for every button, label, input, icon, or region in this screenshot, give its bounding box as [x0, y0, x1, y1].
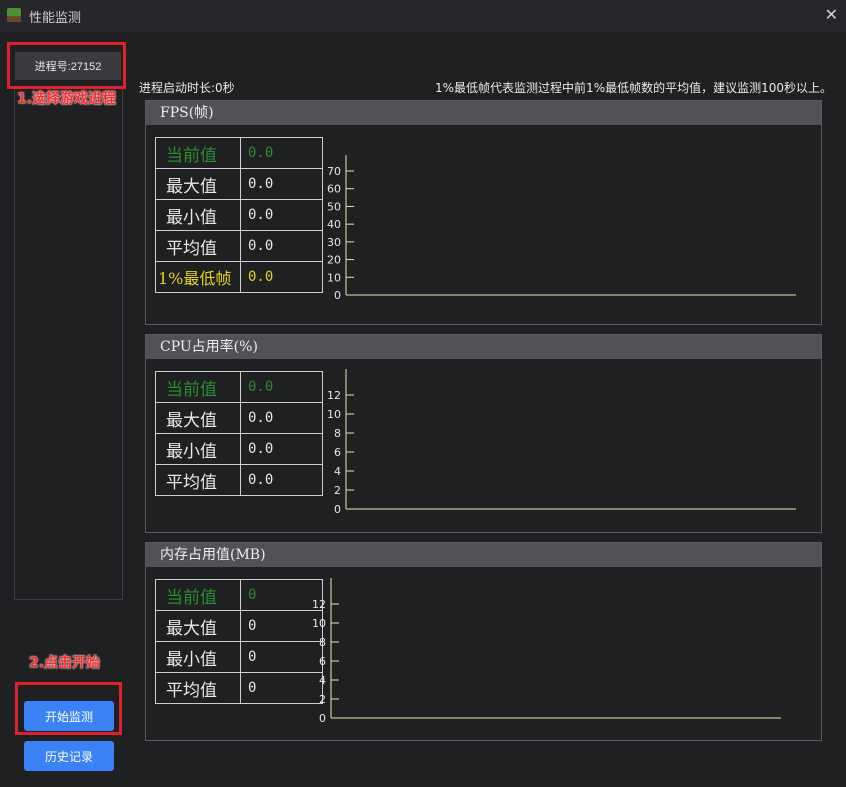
y-tick-label: 0: [334, 289, 341, 301]
stat-label: 平均值: [155, 230, 241, 262]
close-icon[interactable]: ✕: [825, 5, 838, 24]
stat-row-avg: 平均值 0: [155, 672, 323, 704]
y-tick-label: 10: [327, 408, 341, 421]
annotation-box-process: [7, 42, 126, 89]
stat-label: 最大值: [155, 402, 241, 434]
hint-text: 1%最低帧代表监测过程中前1%最低帧数的平均值，建议监测100秒以上。: [435, 81, 832, 95]
y-tick-label: 30: [327, 236, 341, 249]
minecraft-icon: [7, 8, 21, 22]
annotation-step2: 2.点击开始: [29, 655, 101, 671]
stat-label: 当前值: [155, 579, 241, 611]
memory-panel: 内存占用值(MB) 当前值 0 最大值 0 最小值 0 平均值 0 0 2 4 6 8 10 12: [145, 542, 822, 741]
stat-row-min: 最小值 0.0: [155, 433, 323, 465]
stat-value: 0.0: [240, 137, 323, 169]
history-button[interactable]: 历史记录: [24, 741, 114, 771]
stat-row-max: 最大值 0: [155, 610, 323, 642]
y-tick-label: 50: [327, 200, 341, 213]
y-tick-label: 40: [327, 218, 341, 231]
y-tick-label: 0: [319, 712, 326, 725]
cpu-chart: 0 2 4 6 8 10 12: [327, 369, 796, 515]
cpu-stats-table: 当前值 0.0 最大值 0.0 最小值 0.0 平均值 0.0: [155, 371, 323, 496]
y-tick-label: 6: [319, 655, 326, 668]
y-tick-label: 0: [334, 503, 341, 515]
stat-row-avg: 平均值 0.0: [155, 230, 323, 262]
stat-label: 当前值: [155, 137, 241, 169]
stat-value: 0.0: [240, 261, 323, 293]
stat-row-avg: 平均值 0.0: [155, 464, 323, 496]
stat-label: 最小值: [155, 199, 241, 231]
stat-label: 最大值: [155, 168, 241, 200]
y-tick-label: 12: [312, 598, 326, 611]
y-tick-label: 20: [327, 254, 341, 267]
fps-stats-table: 当前值 0.0 最大值 0.0 最小值 0.0 平均值 0.0 1%最低帧 0.0: [155, 137, 323, 293]
stat-value: 0.0: [240, 230, 323, 262]
y-tick-label: 6: [334, 446, 341, 459]
start-monitor-button[interactable]: 开始监测: [24, 701, 114, 731]
y-tick-label: 8: [334, 427, 341, 440]
stat-label: 最大值: [155, 610, 241, 642]
stat-row-current: 当前值 0: [155, 579, 323, 611]
stat-value: 0.0: [240, 433, 323, 465]
stat-row-low: 1%最低帧 0.0: [155, 261, 323, 293]
cpu-panel: CPU占用率(%) 当前值 0.0 最大值 0.0 最小值 0.0 平均值 0.0 02…: [145, 334, 822, 533]
window-title: 性能监测: [29, 11, 82, 26]
stat-label: 当前值: [155, 371, 241, 403]
stat-label: 最小值: [155, 641, 241, 673]
stat-value: 0.0: [240, 199, 323, 231]
panel-title: 内存占用值(MB): [146, 543, 821, 567]
process-list[interactable]: [14, 86, 123, 600]
stat-row-current: 当前值 0.0: [155, 371, 323, 403]
memory-chart: 0 2 4 6 8 10 12: [312, 578, 781, 725]
memory-stats-table: 当前值 0 最大值 0 最小值 0 平均值 0: [155, 579, 323, 704]
stat-value: 0.0: [240, 168, 323, 200]
y-tick-label: 2: [319, 693, 326, 706]
panel-title: CPU占用率(%): [146, 335, 821, 359]
stat-value: 0.0: [240, 371, 323, 403]
stat-row-current: 当前值 0.0: [155, 137, 323, 169]
stat-label: 平均值: [155, 672, 241, 704]
y-tick-label: 2: [334, 484, 341, 497]
stat-row-max: 最大值 0.0: [155, 402, 323, 434]
y-tick-label: 4: [334, 465, 341, 478]
y-tick-label: 12: [327, 389, 341, 402]
fps-panel: FPS(帧) 当前值 0.0 最大值 0.0 最小值 0.0 平均值 0.0 1%最低帧…: [145, 100, 822, 325]
annotation-step1: 1.选择游戏进程: [17, 91, 117, 107]
stat-row-max: 最大值 0.0: [155, 168, 323, 200]
runtime-label: 进程启动时长:0秒: [139, 81, 235, 95]
stat-value: 0.0: [240, 464, 323, 496]
stat-row-min: 最小值 0: [155, 641, 323, 673]
y-tick-label: 4: [319, 674, 326, 687]
title-bar: 性能监测 ✕: [0, 0, 846, 32]
y-tick-label: 8: [319, 636, 326, 649]
y-tick-label: 10: [312, 617, 326, 630]
stat-label: 平均值: [155, 464, 241, 496]
stat-value: 0.0: [240, 402, 323, 434]
fps-chart: 0 10 20 30 40 50 60 70: [327, 155, 796, 301]
y-tick-label: 70: [327, 165, 341, 178]
y-tick-label: 60: [327, 183, 341, 196]
stat-label: 最小值: [155, 433, 241, 465]
stat-label: 1%最低帧: [155, 261, 241, 293]
panel-title: FPS(帧): [146, 101, 821, 125]
stat-row-min: 最小值 0.0: [155, 199, 323, 231]
y-tick-label: 10: [327, 271, 341, 284]
